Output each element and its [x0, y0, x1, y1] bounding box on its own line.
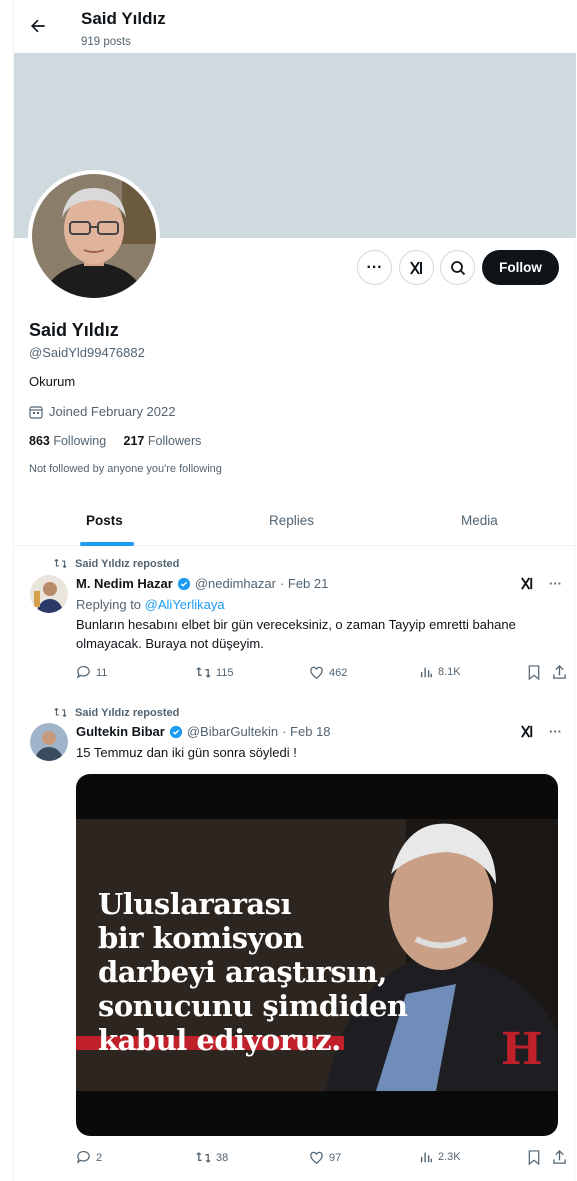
- share-button[interactable]: [552, 665, 567, 680]
- views-button[interactable]: 8.1K: [419, 665, 461, 679]
- following-link[interactable]: 863 Following: [29, 434, 106, 448]
- followers-link[interactable]: 217 Followers: [124, 434, 202, 448]
- reply-icon: [76, 665, 90, 679]
- repost-icon: [196, 667, 211, 678]
- post-top-actions: ···: [520, 724, 562, 739]
- logo-mark-icon: H: [501, 1024, 543, 1075]
- repost-button[interactable]: 38: [196, 1150, 228, 1165]
- header-name: Said Yıldız: [81, 9, 166, 28]
- post-actions: 11 115 462 8.1K: [76, 665, 566, 685]
- repost-icon: [196, 1152, 211, 1163]
- post-item[interactable]: Said Yıldız reposted M. Nedim Hazar @ned…: [14, 548, 576, 696]
- profile-column: Said Yıldız 919 posts ··· Follow Said Yı…: [13, 0, 576, 1181]
- bookmark-button[interactable]: [527, 665, 541, 680]
- post-text: Bunların hesabını elbet bir gün vereceks…: [76, 617, 516, 651]
- post-media-image[interactable]: H Uluslararası bir komisyon darbeyi araş…: [76, 774, 558, 1136]
- repost-icon: [54, 559, 67, 568]
- grok-icon: [409, 260, 422, 275]
- heart-icon: [310, 666, 323, 679]
- tab-posts[interactable]: Posts: [86, 513, 123, 528]
- share-icon: [553, 1150, 566, 1164]
- tab-replies[interactable]: Replies: [269, 513, 314, 528]
- header-post-count: 919 posts: [81, 36, 131, 48]
- grok-icon[interactable]: [520, 724, 535, 739]
- more-dots-icon[interactable]: ···: [549, 724, 562, 739]
- grok-icon[interactable]: [520, 576, 535, 591]
- post-handle[interactable]: @nedimhazar: [195, 576, 276, 591]
- replying-to-link[interactable]: @AliYerlikaya: [145, 597, 225, 612]
- search-icon: [450, 260, 465, 275]
- views-chart-icon: [420, 1152, 432, 1163]
- profile-joined: Joined February 2022: [29, 404, 175, 419]
- views-chart-icon: [420, 667, 432, 678]
- post-text: 15 Temmuz dan iki gün sonra söyledi !: [76, 745, 297, 760]
- more-dots-icon: ···: [366, 258, 383, 276]
- post-author[interactable]: Gultekin Bibar: [76, 724, 165, 739]
- reply-icon: [76, 1150, 90, 1164]
- replying-to: Replying to @AliYerlikaya: [76, 597, 225, 612]
- post-item[interactable]: Said Yıldız reposted Gultekin Bibar @Bib…: [14, 697, 576, 1181]
- post-author[interactable]: M. Nedim Hazar: [76, 576, 173, 591]
- back-arrow-icon[interactable]: [28, 16, 48, 36]
- tab-media[interactable]: Media: [461, 513, 498, 528]
- not-followed-note: Not followed by anyone you're following: [29, 463, 222, 475]
- repost-icon: [54, 708, 67, 717]
- repost-line: Said Yıldız reposted: [54, 706, 179, 719]
- follow-button[interactable]: Follow: [482, 250, 559, 285]
- image-headline: Uluslararası bir komisyon darbeyi araştı…: [98, 887, 408, 1057]
- share-icon: [553, 665, 566, 679]
- profile-bio: Okurum: [29, 374, 76, 389]
- reply-button[interactable]: 2: [76, 1150, 102, 1165]
- post-top-actions: ···: [520, 576, 562, 591]
- post-avatar[interactable]: [30, 723, 68, 761]
- post-date[interactable]: · Feb 21: [280, 576, 328, 591]
- verified-badge-icon: [169, 725, 182, 738]
- repost-button[interactable]: 115: [196, 665, 234, 680]
- share-button[interactable]: [552, 1150, 567, 1165]
- profile-handle: @SaidYld99476882: [29, 345, 145, 360]
- post-avatar[interactable]: [30, 575, 68, 613]
- post-date[interactable]: · Feb 18: [282, 724, 330, 739]
- active-tab-indicator: [80, 542, 134, 546]
- post-author-line: Gultekin Bibar @BibarGultekin · Feb 18: [76, 724, 331, 739]
- search-profile-button[interactable]: [440, 250, 475, 285]
- profile-stats: 863 Following 217 Followers: [29, 434, 201, 448]
- bookmark-icon: [528, 1150, 540, 1165]
- verified-badge-icon: [177, 577, 190, 590]
- more-options-button[interactable]: ···: [357, 250, 392, 285]
- grok-button[interactable]: [399, 250, 434, 285]
- like-button[interactable]: 97: [309, 1150, 341, 1165]
- profile-avatar[interactable]: [28, 170, 160, 302]
- bookmark-icon: [528, 665, 540, 680]
- profile-display-name: Said Yıldız: [29, 320, 119, 340]
- profile-header: Said Yıldız 919 posts: [14, 0, 576, 52]
- more-dots-icon[interactable]: ···: [549, 576, 562, 591]
- reply-button[interactable]: 11: [76, 665, 107, 680]
- joined-date: Joined February 2022: [49, 404, 176, 419]
- views-button[interactable]: 2.3K: [419, 1150, 461, 1164]
- heart-icon: [310, 1151, 323, 1164]
- calendar-icon: [29, 405, 43, 419]
- post-author-line: M. Nedim Hazar @nedimhazar · Feb 21: [76, 576, 328, 591]
- like-button[interactable]: 462: [309, 665, 347, 680]
- repost-line: Said Yıldız reposted: [54, 557, 179, 570]
- bookmark-button[interactable]: [527, 1150, 541, 1165]
- profile-tabs: Posts Replies Media: [14, 496, 576, 546]
- post-actions: 2 38 97 2.3K: [76, 1150, 566, 1170]
- post-handle[interactable]: @BibarGultekin: [187, 724, 278, 739]
